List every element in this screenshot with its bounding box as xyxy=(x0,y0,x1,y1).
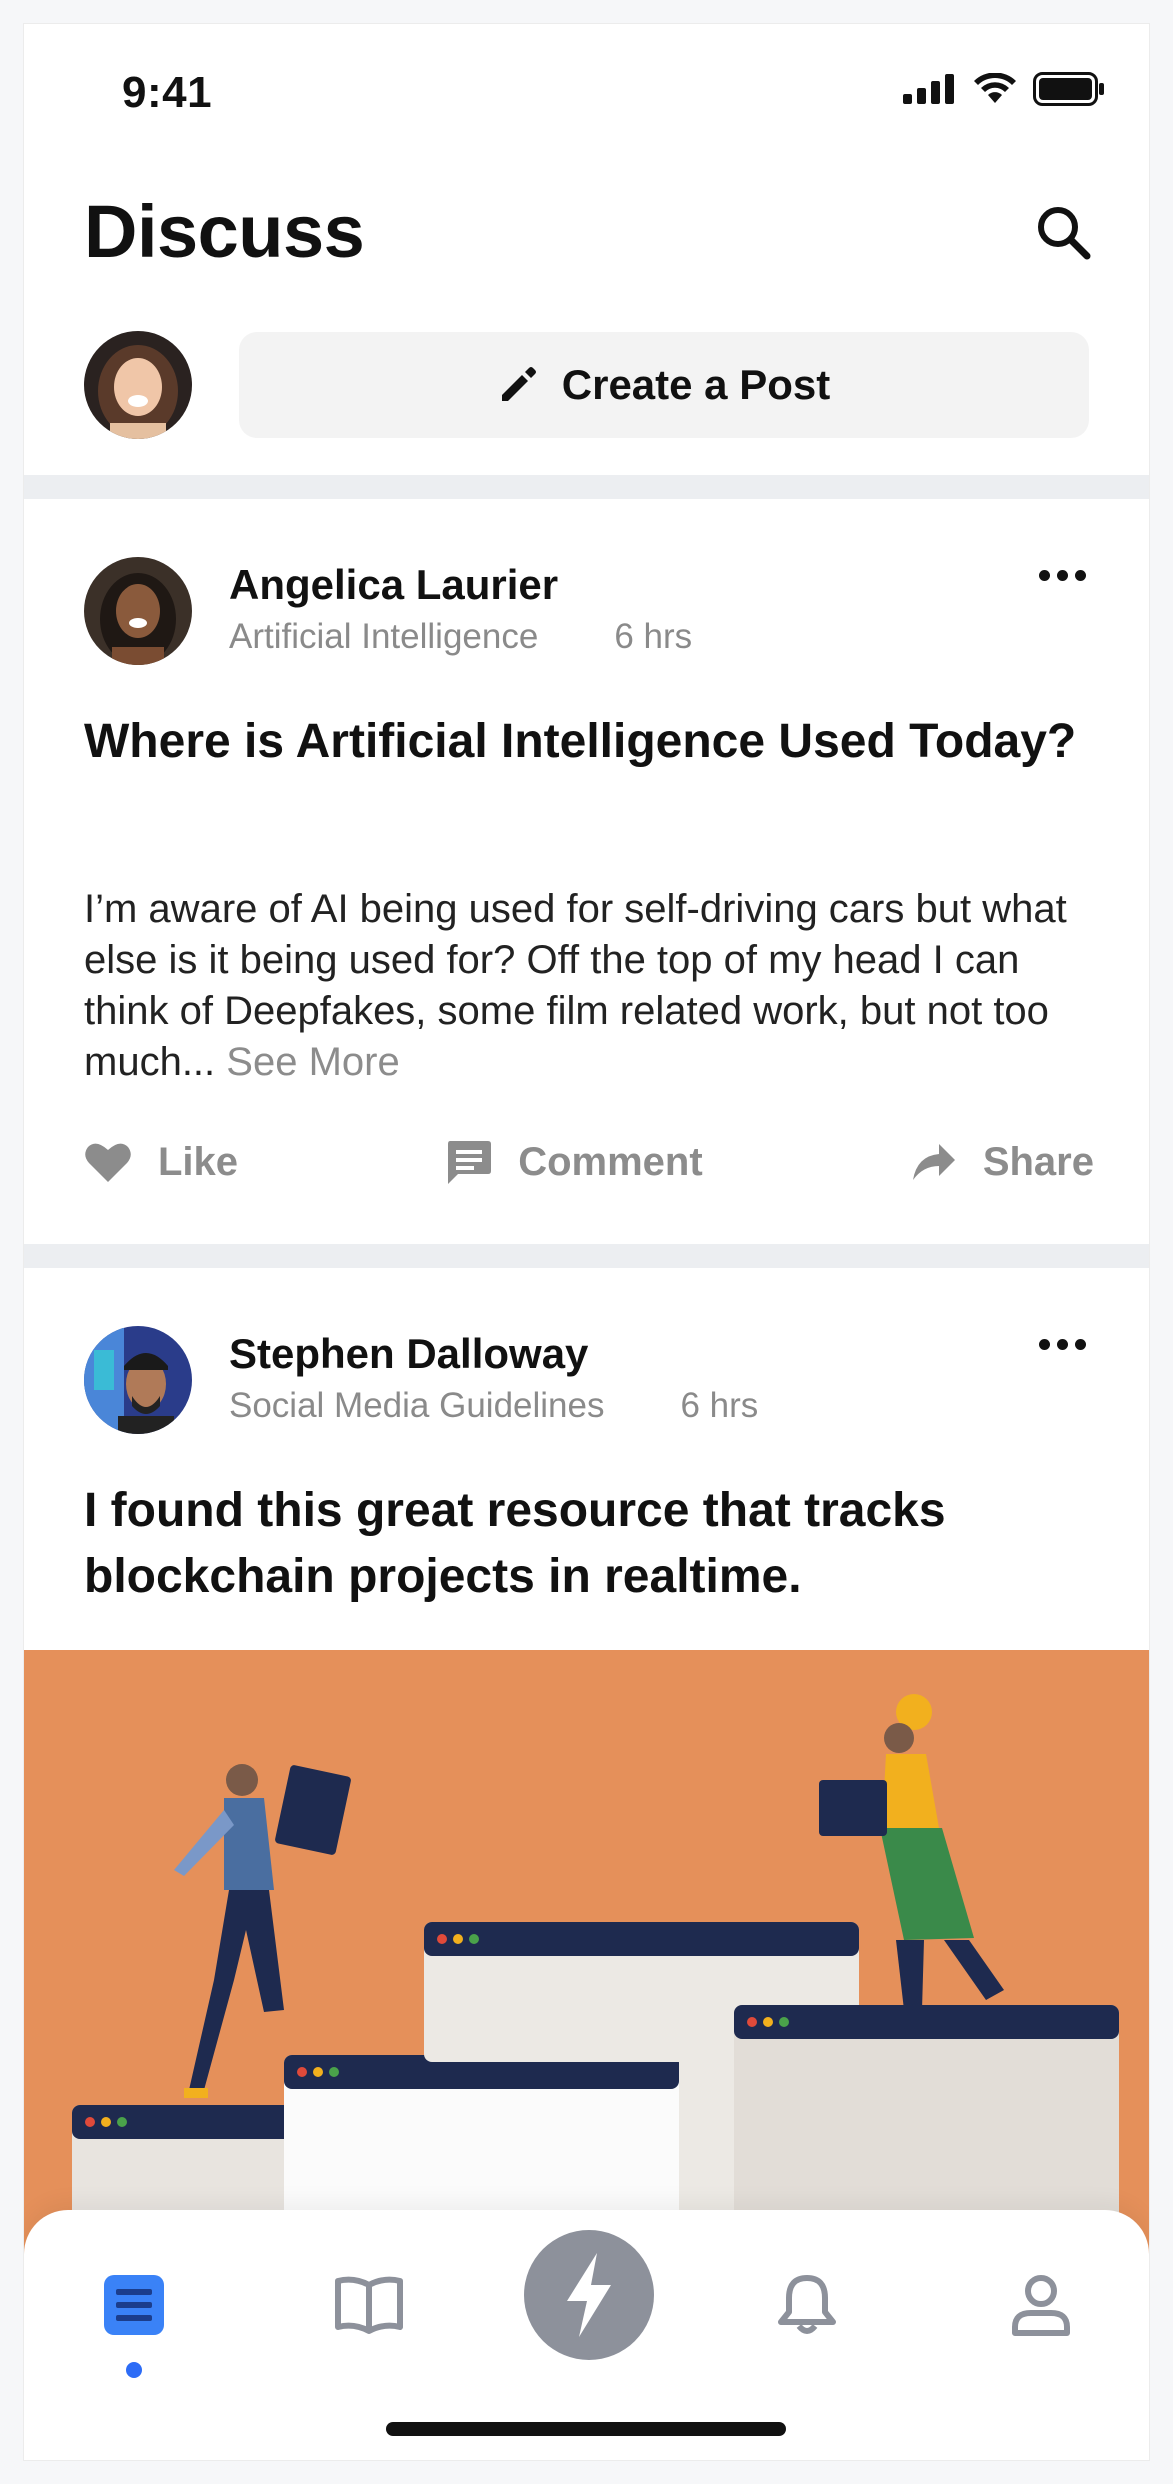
post-meta: Artificial Intelligence 6 hrs xyxy=(229,617,692,657)
avatar[interactable] xyxy=(84,331,192,439)
wifi-icon xyxy=(974,73,1016,103)
see-more-link[interactable]: See More xyxy=(226,1040,399,1084)
more-dot-icon xyxy=(1038,569,1050,581)
more-options-button[interactable] xyxy=(1027,1324,1097,1364)
share-label: Share xyxy=(982,1139,1094,1184)
status-bar: 9:41 xyxy=(24,24,1149,144)
composer: Create a Post xyxy=(24,314,1149,474)
post-author[interactable]: Angelica Laurier xyxy=(229,561,558,609)
search-button[interactable] xyxy=(1027,196,1099,268)
status-time: 9:41 xyxy=(122,68,213,117)
comment-label: Comment xyxy=(518,1139,703,1184)
post-category[interactable]: Social Media Guidelines xyxy=(229,1386,604,1426)
more-dot-icon xyxy=(1038,1338,1050,1350)
share-button[interactable]: Share xyxy=(911,1140,1094,1185)
search-icon xyxy=(1038,207,1091,260)
author-avatar-image xyxy=(84,557,192,665)
create-post-label: Create a Post xyxy=(561,361,831,408)
share-icon xyxy=(912,1144,955,1180)
post-time: 6 hrs xyxy=(614,617,693,656)
post-title[interactable]: Where is Artificial Intelligence Used To… xyxy=(84,709,1084,775)
post-image[interactable] xyxy=(24,1650,1149,2306)
section-divider xyxy=(24,475,1149,499)
post-card: Stephen Dalloway Social Media Guidelines… xyxy=(24,1268,1149,1650)
section-divider xyxy=(24,1244,1149,1268)
nav-feed[interactable] xyxy=(79,2250,189,2360)
more-dot-icon xyxy=(1056,569,1068,581)
bell-icon xyxy=(778,2275,836,2334)
header: Discuss xyxy=(24,164,1149,294)
user-avatar-image xyxy=(84,331,192,439)
post-body: I’m aware of AI being used for self-driv… xyxy=(84,884,1094,1088)
pencil-icon xyxy=(501,367,536,401)
like-button[interactable]: Like xyxy=(84,1140,238,1185)
cellular-signal-icon xyxy=(903,74,954,104)
like-label: Like xyxy=(158,1139,239,1184)
status-icons xyxy=(903,72,1105,106)
avatar[interactable] xyxy=(84,557,192,665)
more-dot-icon xyxy=(1056,1338,1068,1350)
post-meta: Social Media Guidelines 6 hrs xyxy=(229,1386,758,1426)
post-category[interactable]: Artificial Intelligence xyxy=(229,617,538,657)
blockchain-illustration xyxy=(72,1694,1119,2306)
avatar[interactable] xyxy=(84,1326,192,1434)
profile-icon xyxy=(1012,2275,1070,2336)
nav-profile[interactable] xyxy=(986,2250,1096,2360)
more-dot-icon xyxy=(1074,569,1086,581)
more-options-button[interactable] xyxy=(1027,555,1097,595)
battery-icon xyxy=(1033,72,1104,106)
post-actions: Like Comment Share xyxy=(84,1127,1094,1197)
post-time: 6 hrs xyxy=(680,1386,759,1425)
post-card: Angelica Laurier Artificial Intelligence… xyxy=(24,499,1149,1244)
book-icon xyxy=(335,2276,403,2334)
post-title[interactable]: I found this great resource that tracks … xyxy=(84,1478,1084,1610)
author-avatar-image xyxy=(84,1326,192,1434)
heart-icon xyxy=(85,1143,131,1182)
lightning-icon xyxy=(567,2253,611,2337)
comment-icon xyxy=(448,1141,492,1184)
phone-screen: 9:41 Discuss Create a Post Angelica Laur… xyxy=(24,24,1149,2460)
nav-library[interactable] xyxy=(314,2250,424,2360)
post-author[interactable]: Stephen Dalloway xyxy=(229,1330,588,1378)
create-post-button[interactable]: Create a Post xyxy=(239,332,1089,438)
nav-notifications[interactable] xyxy=(752,2250,862,2360)
bottom-nav xyxy=(24,2210,1149,2460)
more-dot-icon xyxy=(1074,1338,1086,1350)
feed-icon xyxy=(104,2275,164,2335)
home-indicator[interactable] xyxy=(386,2422,786,2436)
active-indicator xyxy=(126,2362,142,2378)
comment-button[interactable]: Comment xyxy=(446,1139,703,1185)
quick-action-button[interactable] xyxy=(524,2230,654,2360)
page-title: Discuss xyxy=(84,190,365,273)
